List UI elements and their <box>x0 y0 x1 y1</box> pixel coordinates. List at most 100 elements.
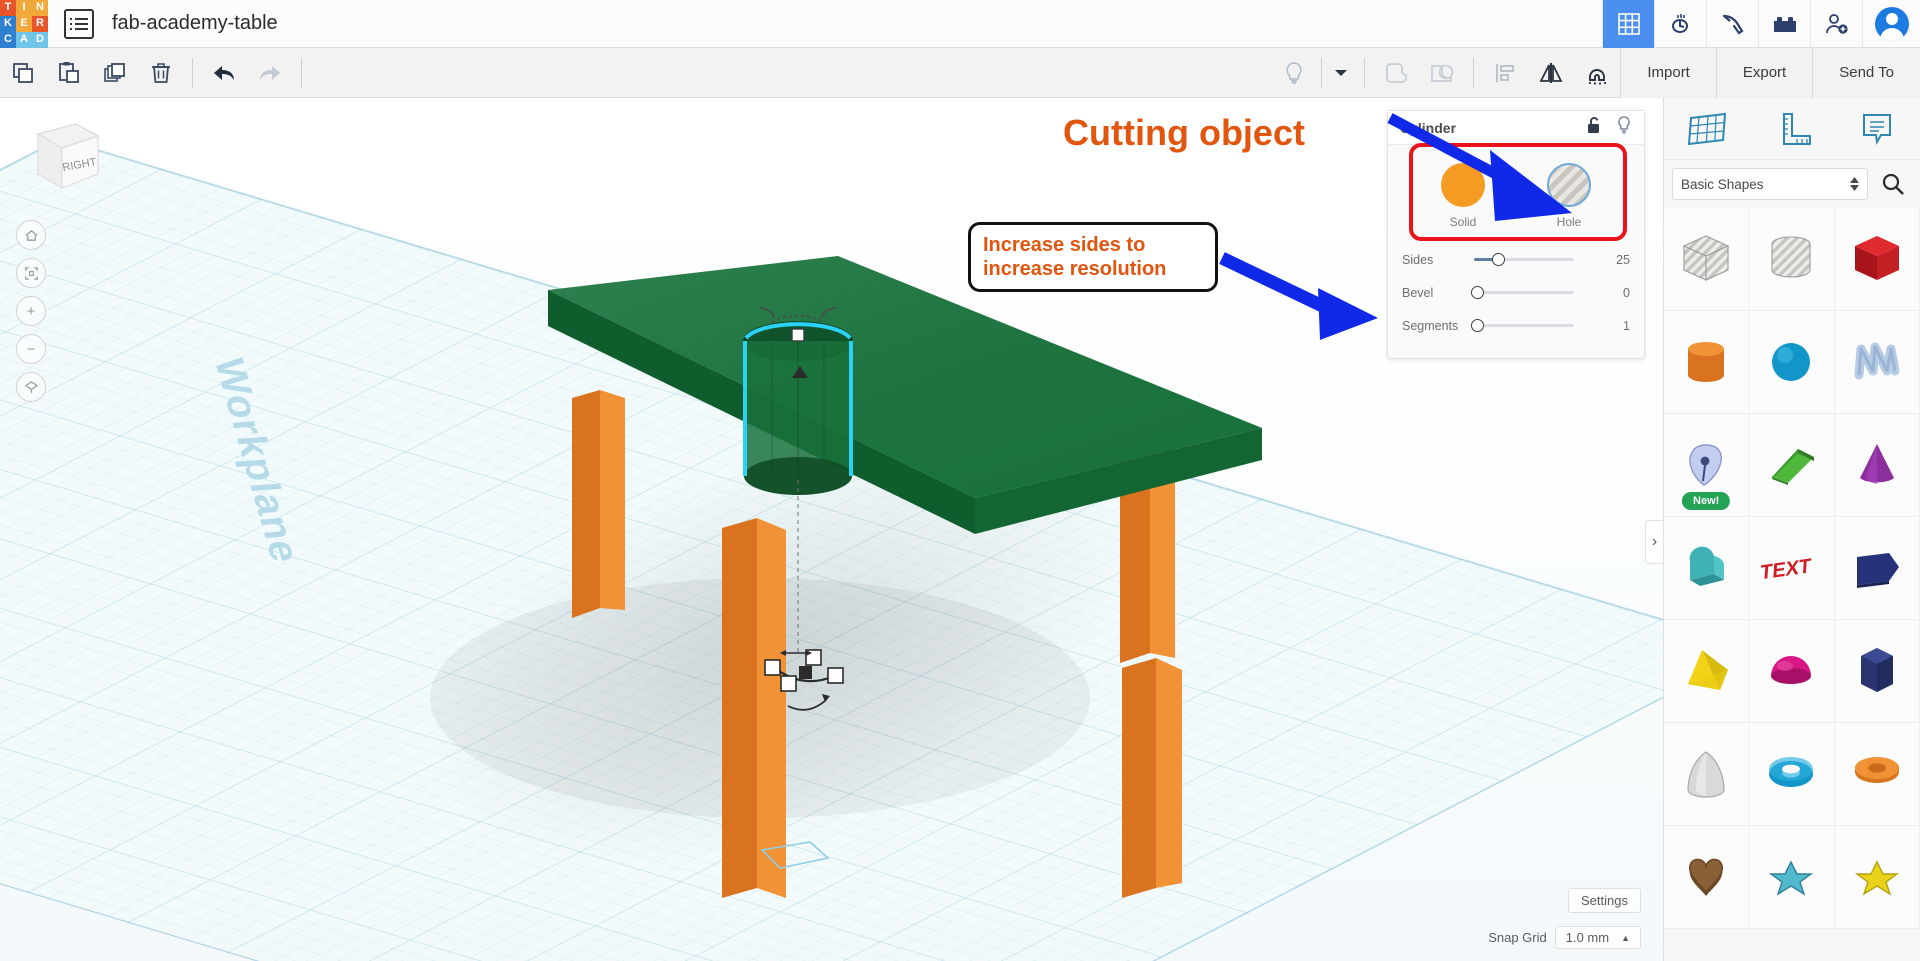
list-icon[interactable] <box>64 8 94 39</box>
solid-option[interactable]: Solid <box>1441 163 1485 229</box>
mirror-icon[interactable] <box>1528 48 1574 98</box>
toolbar-divider <box>301 57 302 88</box>
shape-item-star-teal[interactable] <box>1749 826 1835 929</box>
segments-value: 1 <box>1623 318 1630 333</box>
shape-item-scribble-shape[interactable] <box>1834 311 1920 414</box>
sides-slider-knob[interactable] <box>1492 253 1505 266</box>
view-cube[interactable]: RIGHT <box>18 116 104 196</box>
add-user-icon[interactable] <box>1810 0 1862 48</box>
shape-item-box[interactable] <box>1834 208 1920 311</box>
sides-label: Sides <box>1402 252 1434 267</box>
hole-pattern-swatch[interactable] <box>1547 163 1591 207</box>
logo-letter: R <box>32 15 48 32</box>
delete-icon[interactable] <box>138 48 184 98</box>
export-button[interactable]: Export <box>1715 47 1813 98</box>
workplane-tab[interactable] <box>1664 98 1749 159</box>
shapes-panel-controls: Basic Shapes <box>1664 160 1920 208</box>
perspective-toggle-button[interactable] <box>16 372 46 402</box>
unlocked-padlock-icon[interactable] <box>1586 116 1602 139</box>
sides-value: 25 <box>1616 252 1630 267</box>
hole-option[interactable]: Hole <box>1547 163 1591 229</box>
solid-color-swatch[interactable] <box>1441 163 1485 207</box>
properties-header-icons <box>1586 116 1632 139</box>
minecraft-pickaxe-icon[interactable] <box>1706 0 1758 48</box>
redo-icon[interactable] <box>247 48 293 98</box>
shapes-panel-tabs <box>1664 98 1920 160</box>
shape-item-text-shape[interactable]: TEXT <box>1749 517 1835 620</box>
bevel-slider-track[interactable] <box>1471 286 1574 299</box>
shape-category-label: Basic Shapes <box>1681 176 1764 192</box>
bevel-value: 0 <box>1623 285 1630 300</box>
segments-label: Segments <box>1402 318 1459 333</box>
snap-grid-amount: 1.0 mm <box>1565 930 1610 945</box>
lightbulb-icon[interactable] <box>1271 48 1317 98</box>
paste-icon[interactable] <box>46 48 92 98</box>
user-avatar-circle <box>1874 6 1909 41</box>
shape-item-shape-generator-pen[interactable]: New! <box>1664 414 1750 517</box>
svg-text:TEXT: TEXT <box>1760 555 1812 584</box>
logo-letter: K <box>0 15 16 32</box>
shape-item-paraboloid[interactable] <box>1664 723 1750 826</box>
properties-header: Cylinder <box>1388 111 1644 145</box>
segments-slider-knob[interactable] <box>1471 319 1484 332</box>
undo-icon[interactable] <box>201 48 247 98</box>
copy-icon[interactable] <box>0 48 46 98</box>
annotation-line-1: Increase sides to <box>983 234 1146 256</box>
lightbulb-icon[interactable] <box>1616 116 1632 139</box>
hole-label: Hole <box>1556 215 1582 229</box>
shape-item-torus[interactable] <box>1749 723 1835 826</box>
document-title[interactable]: fab-academy-table <box>112 12 278 35</box>
tinkercad-logo[interactable]: T I N K E R C A D <box>0 0 48 48</box>
shape-item-sphere[interactable] <box>1749 311 1835 414</box>
shape-item-polygon-flat[interactable] <box>1834 517 1920 620</box>
import-button[interactable]: Import <box>1620 47 1716 98</box>
shape-item-pyramid[interactable] <box>1664 620 1750 723</box>
new-badge: New! <box>1682 492 1731 510</box>
shape-item-cylinder-hole[interactable] <box>1749 208 1835 311</box>
duplicate-icon[interactable] <box>92 48 138 98</box>
bevel-slider-knob[interactable] <box>1471 286 1484 299</box>
snap-grid-value[interactable]: 1.0 mm ▲ <box>1554 926 1641 949</box>
shape-item-heart[interactable] <box>1664 826 1750 929</box>
chevron-down-icon[interactable] <box>1326 48 1356 98</box>
shape-item-cone[interactable] <box>1834 414 1920 517</box>
group-icon[interactable] <box>1373 48 1419 98</box>
send-to-button[interactable]: Send To <box>1812 47 1920 98</box>
slider-row-sides: Sides 25 <box>1402 243 1630 276</box>
shape-item-cylinder[interactable] <box>1664 311 1750 414</box>
shape-item-star-yellow[interactable] <box>1834 826 1920 929</box>
codeblocks-icon[interactable] <box>1654 0 1706 48</box>
logo-letter: N <box>32 0 48 16</box>
lego-brick-icon[interactable] <box>1758 0 1810 48</box>
panel-collapse-chevron-right-icon[interactable]: › <box>1645 520 1663 564</box>
align-icon[interactable] <box>1482 48 1528 98</box>
ruler-tab[interactable] <box>1749 98 1834 159</box>
caret-up-icon: ▲ <box>1621 932 1630 943</box>
home-view-button[interactable] <box>16 220 46 250</box>
shape-item-wedge[interactable] <box>1749 414 1835 517</box>
toolbar-divider <box>1364 57 1366 88</box>
shape-category-select[interactable]: Basic Shapes <box>1672 168 1868 200</box>
annotation-cutting-object: Cutting object <box>1063 112 1305 153</box>
shape-item-box-hole[interactable] <box>1664 208 1750 311</box>
shape-item-roof[interactable] <box>1664 517 1750 620</box>
zoom-in-button[interactable]: + <box>16 296 46 326</box>
shape-item-polygon-prism[interactable] <box>1834 620 1920 723</box>
grid-view-icon[interactable] <box>1602 0 1654 48</box>
shape-item-half-sphere[interactable] <box>1749 620 1835 723</box>
segments-slider-track[interactable] <box>1471 319 1574 332</box>
logo-letter: D <box>32 31 48 48</box>
sides-slider-track[interactable] <box>1474 253 1574 266</box>
ungroup-icon[interactable] <box>1419 48 1465 98</box>
zoom-out-button[interactable]: − <box>16 334 46 364</box>
shape-item-tube[interactable] <box>1834 723 1920 826</box>
magnet-icon[interactable] <box>1574 48 1620 98</box>
note-tab[interactable] <box>1835 98 1920 159</box>
fit-view-button[interactable] <box>16 258 46 288</box>
bevel-label: Bevel <box>1402 285 1434 300</box>
search-icon[interactable] <box>1874 168 1912 200</box>
settings-button[interactable]: Settings <box>1568 888 1641 913</box>
shape-grid: New! TEXT <box>1664 208 1920 929</box>
avatar[interactable] <box>1862 0 1920 48</box>
toolbar-divider <box>1473 57 1475 88</box>
